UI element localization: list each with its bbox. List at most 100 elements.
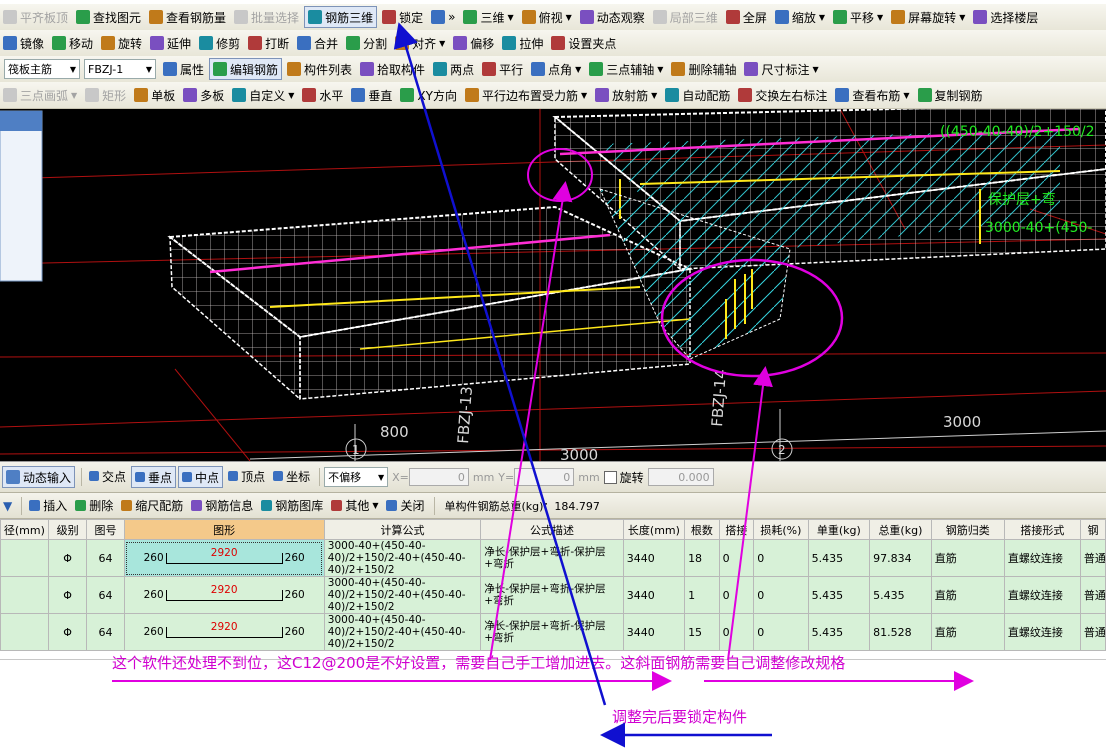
xy-direction-button[interactable]: XY方向 xyxy=(397,85,460,105)
snap-2-button[interactable]: 中点 xyxy=(178,466,224,488)
cell-length[interactable]: 3440 xyxy=(622,539,686,577)
rebar-action-6-button[interactable]: 关闭 xyxy=(383,496,427,516)
y-input[interactable]: 0 xyxy=(514,468,575,486)
merge-button[interactable]: 合并 xyxy=(294,33,341,53)
rebar-action-4-button[interactable]: 钢筋图库 xyxy=(258,496,326,516)
cell-figure[interactable]: 64 xyxy=(86,576,125,614)
column-header[interactable]: 计算公式 xyxy=(323,519,482,540)
three-point-axis-button[interactable]: 三点辅轴 ▼ xyxy=(586,59,666,79)
snap-1-button[interactable]: 垂点 xyxy=(131,466,177,488)
column-header[interactable]: 径(mm) xyxy=(0,519,49,540)
snap-4-button[interactable]: 坐标 xyxy=(270,466,313,486)
cell-lap[interactable]: 0 xyxy=(718,539,755,577)
move-button[interactable]: 移动 xyxy=(49,33,96,53)
3d-viewport[interactable]: ((450-40-40)/2+150/2 保护层+弯 3000-40+(450-… xyxy=(0,109,1106,461)
column-header[interactable]: 根数 xyxy=(684,519,720,540)
component-id-select[interactable]: FBZJ-1 ▼ xyxy=(84,59,156,79)
align-top-button[interactable]: 平齐板顶 xyxy=(0,7,71,27)
cell-description[interactable]: 净长-保护层+弯折-保护层+弯折 xyxy=(480,539,624,577)
cell-diameter[interactable] xyxy=(0,539,49,577)
column-header[interactable]: 公式描述 xyxy=(480,519,624,540)
table-row[interactable]: Φ 64 260 2920 260 3000-40+(450-40-40)/2+150/2… xyxy=(0,576,1106,614)
cell-diameter[interactable] xyxy=(0,576,49,614)
cell-category[interactable]: 直筋 xyxy=(930,539,1005,577)
parallel-edge-button[interactable]: 平行边布置受力筋 ▼ xyxy=(462,85,590,105)
component-type-select[interactable]: 筏板主筋 ▼ xyxy=(4,59,80,79)
cell-formula[interactable]: 3000-40+(450-40-40)/2+150/2-40+(450-40-4… xyxy=(323,539,482,577)
cell-total-weight[interactable]: 5.435 xyxy=(869,576,932,614)
extend-button[interactable]: 延伸 xyxy=(147,33,194,53)
cell-extra[interactable]: 普通 xyxy=(1079,576,1106,614)
cell-count[interactable]: 18 xyxy=(684,539,720,577)
snap-3-button[interactable]: 顶点 xyxy=(225,466,268,486)
rebar-3d-button[interactable]: 钢筋三维 xyxy=(304,6,378,28)
down-arrow-icon[interactable]: ▼ xyxy=(0,496,15,516)
rebar-action-1-button[interactable]: 删除 xyxy=(72,496,116,516)
multi-slab-button[interactable]: 多板 xyxy=(180,85,227,105)
split-button[interactable]: 分割 xyxy=(343,33,390,53)
arc-button[interactable]: 三点画弧 ▼ xyxy=(0,85,80,105)
cell-shape[interactable]: 260 2920 260 xyxy=(123,576,325,614)
dynamic-input-button[interactable]: 动态输入 xyxy=(2,466,76,488)
column-header[interactable]: 级别 xyxy=(47,519,88,540)
cell-count[interactable]: 1 xyxy=(684,576,720,614)
trim-button[interactable]: 修剪 xyxy=(196,33,243,53)
zoom-button[interactable]: 缩放 ▼ xyxy=(772,7,828,27)
table-row[interactable]: Φ 64 260 2920 260 3000-40+(450-40-40)/2+150/2… xyxy=(0,539,1106,577)
view-rebar-button[interactable]: 查看布筋 ▼ xyxy=(832,85,912,105)
rotate-checkbox[interactable] xyxy=(603,470,617,484)
pick-component-button[interactable]: 拾取构件 xyxy=(357,59,428,79)
cell-unit-weight[interactable]: 5.435 xyxy=(807,539,871,577)
rebar-action-2-button[interactable]: 缩尺配筋 xyxy=(118,496,186,516)
edit-rebar-button[interactable]: 编辑钢筋 xyxy=(209,58,283,80)
floor-select-button[interactable]: 选择楼层 xyxy=(970,7,1041,27)
cell-total-weight[interactable]: 97.834 xyxy=(869,539,932,577)
find-button[interactable]: 查找图元 xyxy=(73,7,144,27)
cell-loss[interactable]: 0 xyxy=(753,576,809,614)
point-angle-button[interactable]: 点角 ▼ xyxy=(528,59,584,79)
parallel-button[interactable]: 平行 xyxy=(479,59,526,79)
orbit-button[interactable]: 动态观察 xyxy=(577,7,648,27)
rebar-action-5-button[interactable]: 其他 ▼ xyxy=(328,496,381,516)
cell-figure[interactable]: 64 xyxy=(86,539,125,577)
cell-category[interactable]: 直筋 xyxy=(930,576,1005,614)
column-header[interactable]: 搭接 xyxy=(718,519,755,540)
rect-button[interactable]: 矩形 xyxy=(82,85,129,105)
cell-description[interactable]: 净长-保护层+弯折-保护层+弯折 xyxy=(480,576,624,614)
cell-lap-type[interactable]: 直螺纹连接 xyxy=(1003,539,1081,577)
cell-unit-weight[interactable]: 5.435 xyxy=(807,576,871,614)
cell-length[interactable]: 3440 xyxy=(622,576,686,614)
cell-grade[interactable]: Φ xyxy=(47,576,88,614)
cell-formula[interactable]: 3000-40+(450-40-40)/2+150/2-40+(450-40-4… xyxy=(323,576,482,614)
delete-axis-button[interactable]: 删除辅轴 xyxy=(668,59,739,79)
rebar-action-0-button[interactable]: 插入 xyxy=(26,496,70,516)
two-point-button[interactable]: 两点 xyxy=(430,59,477,79)
column-header[interactable]: 钢 xyxy=(1079,519,1106,540)
properties-button[interactable]: 属性 xyxy=(160,59,207,79)
custom-button[interactable]: 自定义 ▼ xyxy=(229,85,297,105)
copy-rebar-button[interactable]: 复制钢筋 xyxy=(915,85,986,105)
column-header[interactable]: 单重(kg) xyxy=(807,519,871,540)
column-header[interactable]: 总重(kg) xyxy=(869,519,932,540)
align-button[interactable]: 对齐 ▼ xyxy=(392,33,448,53)
swap-label-button[interactable]: 交换左右标注 xyxy=(735,85,830,105)
auto-rebar-button[interactable]: 自动配筋 xyxy=(662,85,733,105)
cell-loss[interactable]: 0 xyxy=(753,539,809,577)
3d-button[interactable]: 三维 ▼ xyxy=(460,7,516,27)
rotate-button[interactable]: 旋转 xyxy=(98,33,145,53)
rebar-qty-button[interactable]: 查看钢筋量 xyxy=(146,7,229,27)
top-view-button[interactable]: 俯视 ▼ xyxy=(519,7,575,27)
column-header[interactable]: 图形 xyxy=(123,519,325,540)
cell-lap-type[interactable]: 直螺纹连接 xyxy=(1003,576,1081,614)
component-list-button[interactable]: 构件列表 xyxy=(284,59,355,79)
rotate-input[interactable]: 0.000 xyxy=(647,468,714,486)
vertical-button[interactable]: 垂直 xyxy=(348,85,395,105)
cell-grade[interactable]: Φ xyxy=(47,539,88,577)
radial-rebar-button[interactable]: 放射筋 ▼ xyxy=(592,85,660,105)
column-header[interactable]: 钢筋归类 xyxy=(930,519,1005,540)
fullscreen-button[interactable]: 全屏 xyxy=(723,7,770,27)
snap-0-button[interactable]: 交点 xyxy=(86,466,129,486)
dimension-button[interactable]: 尺寸标注 ▼ xyxy=(741,59,821,79)
column-header[interactable]: 损耗(%) xyxy=(753,519,809,540)
offset-button[interactable]: 偏移 xyxy=(450,33,497,53)
